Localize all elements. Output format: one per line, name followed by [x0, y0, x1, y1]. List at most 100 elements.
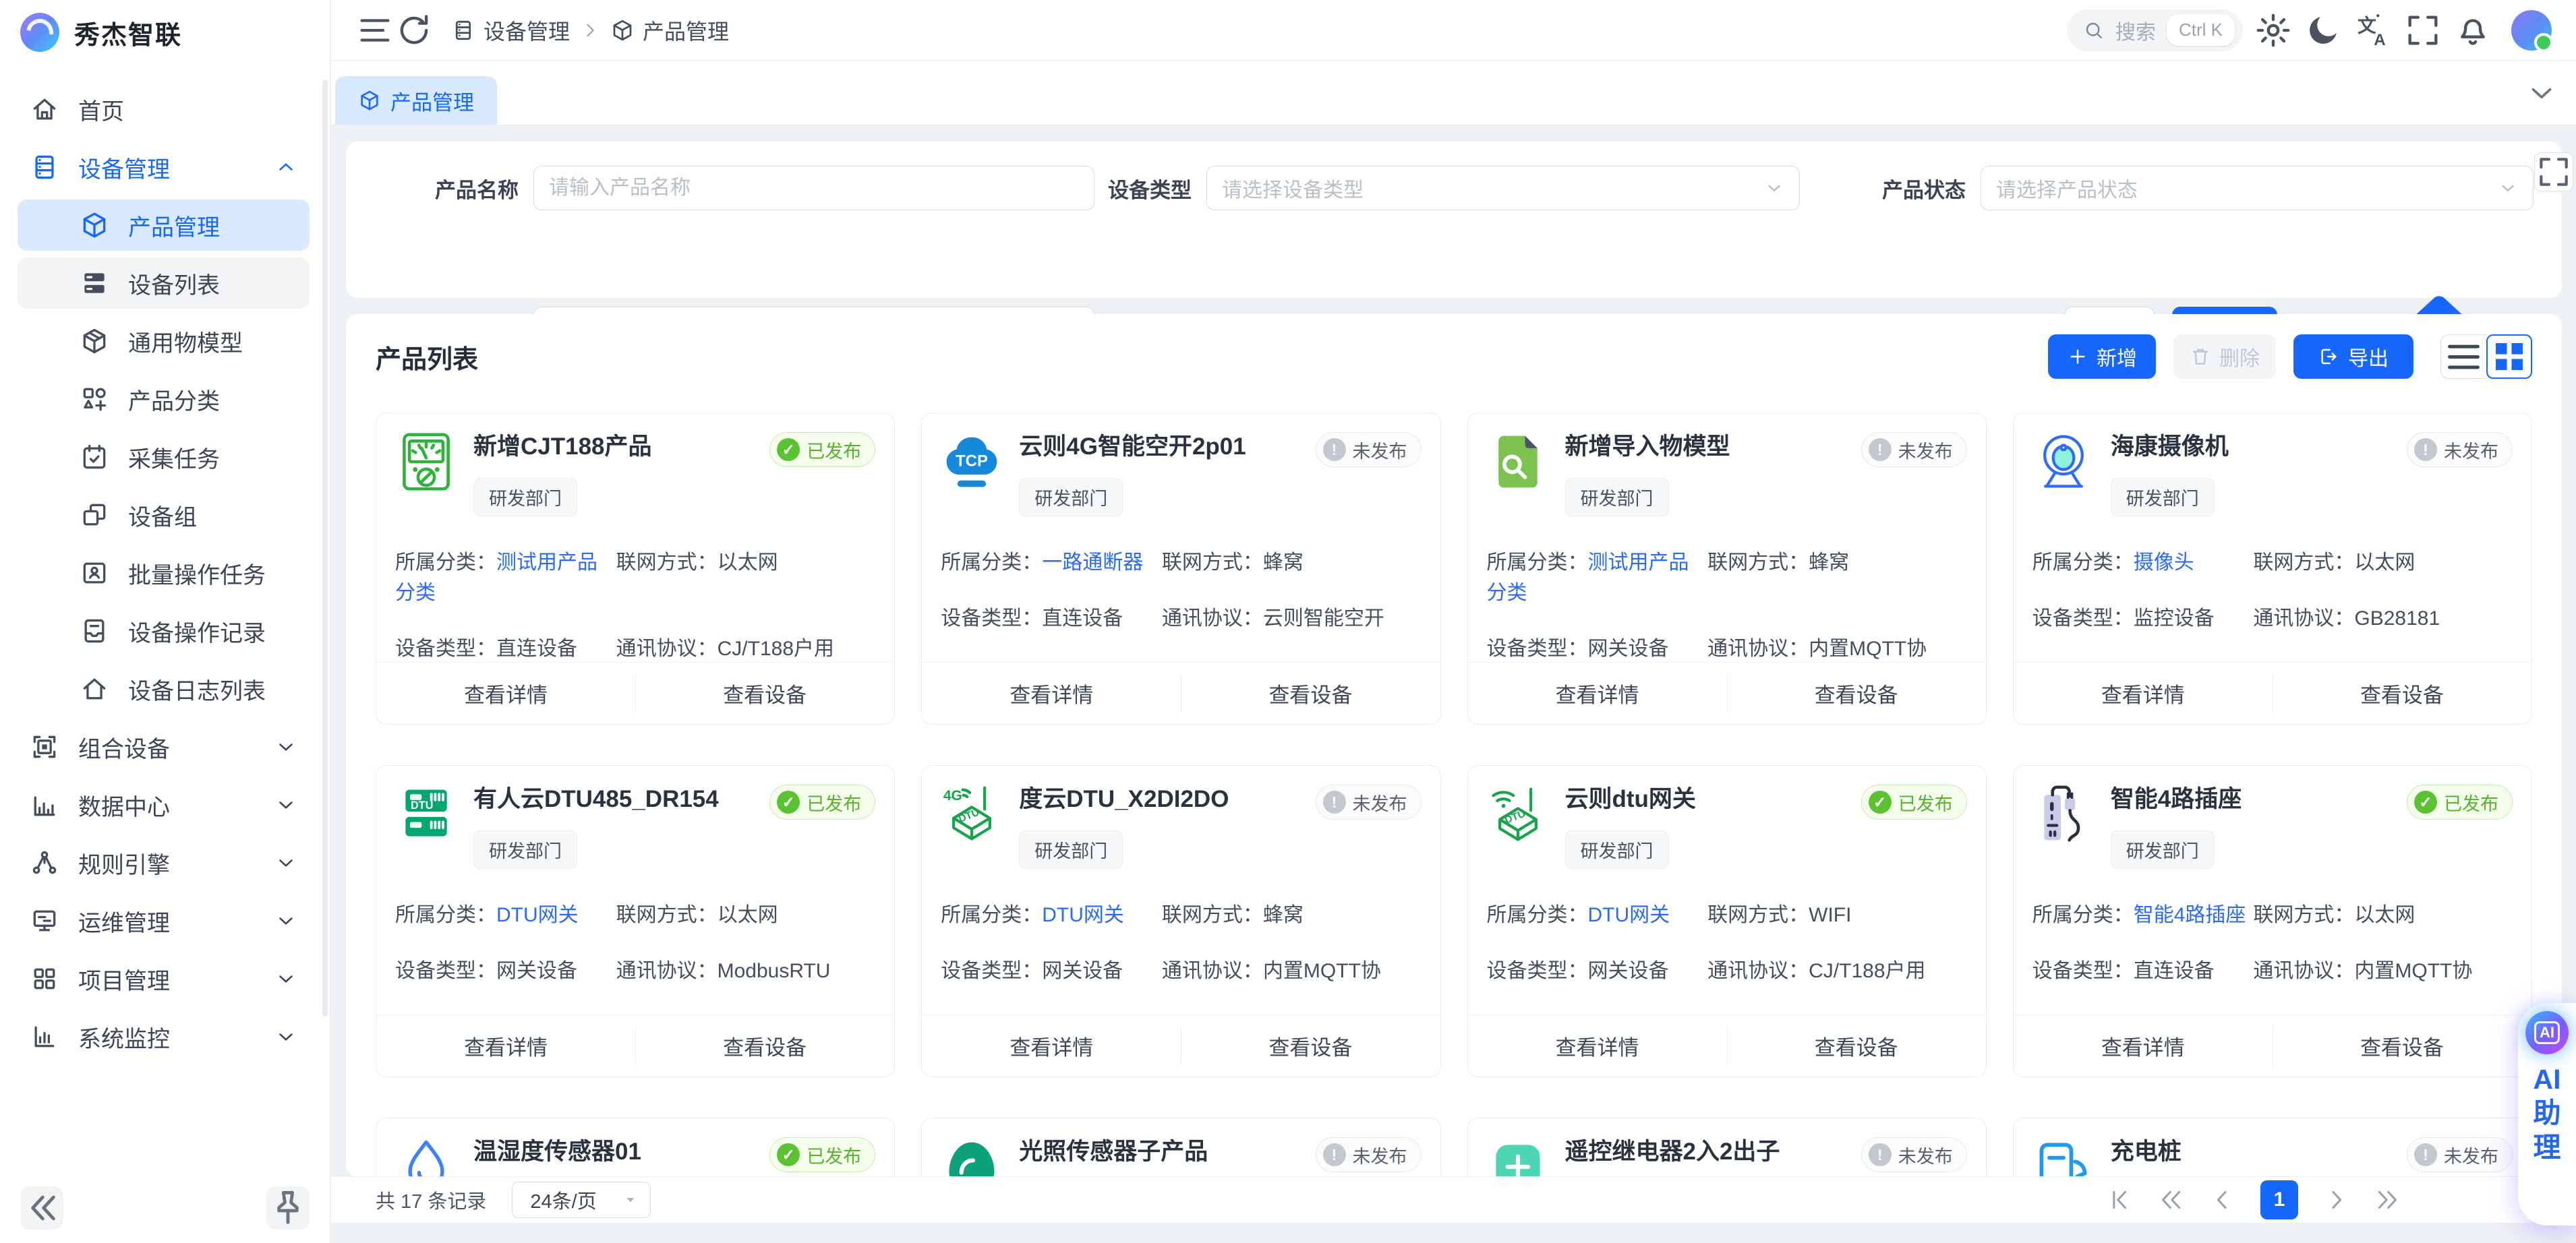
sidebar-item-rule-nodes[interactable]: 规则引擎 [18, 837, 310, 888]
delete-product-button[interactable]: 删除 [2173, 334, 2276, 379]
sidebar-item-data-chart[interactable]: 数据中心 [18, 779, 310, 830]
product-card-footer: 查看详情 查看设备 [922, 662, 1440, 724]
sidebar-item-project-grid[interactable]: 项目管理 [18, 953, 310, 1004]
sidebar-item-category[interactable]: 产品分类 [18, 373, 310, 425]
category-icon [80, 384, 109, 414]
export-button[interactable]: 导出 [2293, 334, 2413, 379]
list-view-button[interactable] [2440, 334, 2486, 379]
sidebar-item-model-cube[interactable]: 通用物模型 [18, 315, 310, 367]
refresh-button[interactable] [394, 11, 434, 50]
sidebar-item-monitor-chart[interactable]: 系统监控 [18, 1011, 310, 1062]
fit-view-button[interactable] [2534, 152, 2573, 191]
tab-options-button[interactable] [2525, 76, 2558, 110]
dark-mode-button[interactable] [2304, 11, 2343, 50]
product-status-label: 产品状态 [1800, 173, 1981, 204]
tab-product-manage[interactable]: 产品管理 [335, 76, 497, 125]
view-devices-link[interactable]: 查看设备 [2273, 663, 2531, 724]
export-label: 导出 [2348, 342, 2389, 371]
product-card: DTU 云则dtu网关 ✓已发布 研发部门 所属分类：DTU网关 联网方式：WI… [1467, 765, 1987, 1077]
view-devices-link[interactable]: 查看设备 [1727, 663, 1986, 724]
product-grid: 新增CJT188产品 ✓已发布 研发部门 所属分类：测试用产品分类 联网方式：以… [376, 413, 2532, 1177]
ai-assistant-button[interactable]: AI AI 助 理 [2518, 1003, 2576, 1225]
category-link[interactable]: 一路通断器 [1042, 551, 1143, 574]
ai-label-char: 理 [2534, 1130, 2561, 1164]
sidebar-item-composite[interactable]: 组合设备 [18, 721, 310, 772]
view-detail-link[interactable]: 查看详情 [2014, 1015, 2273, 1077]
first-page-button[interactable] [2107, 1186, 2134, 1213]
sidebar-item-device-list[interactable]: 设备列表 [18, 257, 310, 309]
brand[interactable]: 秀杰智联 [0, 0, 330, 65]
global-search[interactable]: 搜索 Ctrl K [2067, 9, 2243, 51]
project-grid-icon [30, 964, 59, 994]
sidebar-item-device-manage[interactable]: 设备管理 [18, 142, 310, 193]
view-devices-link[interactable]: 查看设备 [1181, 663, 1440, 724]
view-detail-link[interactable]: 查看详情 [376, 1015, 635, 1077]
sidebar-collapse-button[interactable] [20, 1186, 63, 1230]
ai-label-char: 助 [2534, 1096, 2561, 1130]
view-devices-link[interactable]: 查看设备 [1727, 1015, 1986, 1077]
product-status-select[interactable]: 请选择产品状态 [1981, 166, 2534, 210]
sidebar-item-record[interactable]: 设备操作记录 [18, 605, 310, 657]
view-detail-link[interactable]: 查看详情 [1468, 1015, 1727, 1077]
product-list-actions: 新增 删除 导出 [2048, 334, 2532, 379]
user-avatar[interactable] [2511, 10, 2552, 51]
current-page-button[interactable]: 1 [2260, 1180, 2298, 1219]
view-detail-link[interactable]: 查看详情 [2014, 663, 2273, 724]
breadcrumb-product-manage[interactable]: 产品管理 [610, 15, 729, 46]
sidebar-item-device-group[interactable]: 设备组 [18, 489, 310, 541]
breadcrumb-device-manage[interactable]: 设备管理 [451, 15, 570, 46]
device-type-select[interactable]: 请选择设备类型 [1206, 166, 1800, 210]
device-type-placeholder: 请选择设备类型 [1222, 173, 1364, 203]
prev-10-pages-button[interactable] [2158, 1186, 2185, 1213]
category-link[interactable]: DTU网关 [1588, 904, 1670, 926]
language-button[interactable]: 文A [2353, 11, 2393, 50]
category-link[interactable]: 摄像头 [2134, 551, 2194, 574]
sidebar-item-home[interactable]: 首页 [18, 84, 310, 135]
chevron-down-icon [274, 851, 297, 874]
product-card-header: 智能4路插座 ✓已发布 研发部门 [2032, 783, 2513, 869]
product-name-label: 产品名称 [346, 173, 533, 204]
view-devices-link[interactable]: 查看设备 [635, 1015, 894, 1077]
field-protocol: 通讯协议：CJ/T188户用 [1707, 956, 1967, 986]
view-detail-link[interactable]: 查看详情 [1468, 663, 1727, 724]
menu-toggle-button[interactable] [355, 11, 394, 50]
ai-label-char: AI [2534, 1062, 2561, 1096]
prev-page-button[interactable] [2209, 1186, 2236, 1213]
status-badge: ✓已发布 [1861, 785, 1967, 820]
view-toggle [2440, 334, 2532, 379]
category-link[interactable]: DTU网关 [496, 904, 579, 926]
notifications-button[interactable] [2453, 11, 2492, 50]
add-product-button[interactable]: 新增 [2048, 334, 2156, 379]
grid-view-button[interactable] [2486, 334, 2532, 379]
view-devices-link[interactable]: 查看设备 [1181, 1015, 1440, 1077]
category-link[interactable]: DTU网关 [1042, 904, 1124, 926]
next-10-pages-button[interactable] [2374, 1186, 2401, 1213]
sidebar-pin-button[interactable] [266, 1186, 310, 1230]
sidebar-item-task-calendar[interactable]: 采集任务 [18, 431, 310, 483]
page-size-select[interactable]: 24条/页 [512, 1182, 651, 1218]
next-page-button[interactable] [2322, 1186, 2349, 1213]
product-title: 新增导入物模型 [1565, 431, 1853, 462]
product-card: 充电桩 !未发布 查看详情 查看设备 [2013, 1118, 2532, 1177]
field-protocol: 通讯协议：云则智能空开 [1162, 603, 1422, 634]
sidebar-item-log-home[interactable]: 设备日志列表 [18, 663, 310, 715]
view-detail-link[interactable]: 查看详情 [376, 663, 635, 724]
view-detail-link[interactable]: 查看详情 [922, 1015, 1181, 1077]
sidebar-item-ops-monitor[interactable]: 运维管理 [18, 895, 310, 946]
field-network: 联网方式：蜂窝 [1162, 900, 1422, 930]
view-devices-link[interactable]: 查看设备 [2273, 1015, 2531, 1077]
product-name-input[interactable] [549, 177, 1079, 200]
cube-icon [610, 18, 635, 42]
view-devices-link[interactable]: 查看设备 [635, 663, 894, 724]
chevron-up-icon [274, 156, 297, 179]
sidebar-scrollbar[interactable] [322, 80, 328, 1017]
view-detail-link[interactable]: 查看详情 [922, 663, 1181, 724]
category-link[interactable]: 智能4路插座 [2134, 904, 2246, 926]
brand-name: 秀杰智联 [74, 14, 182, 51]
settings-button[interactable] [2254, 11, 2293, 50]
filter-panel: 产品名称 设备类型 请选择设备类型 产品状态 请选择产品状态 创建时间 [346, 142, 2562, 298]
sidebar-item-batch-task[interactable]: 批量操作任务 [18, 547, 310, 599]
fullscreen-button[interactable] [2403, 11, 2442, 50]
product-card: 光照传感器子产品 !未发布 查看详情 查看设备 [921, 1118, 1440, 1177]
sidebar-item-cube[interactable]: 产品管理 [18, 200, 310, 251]
